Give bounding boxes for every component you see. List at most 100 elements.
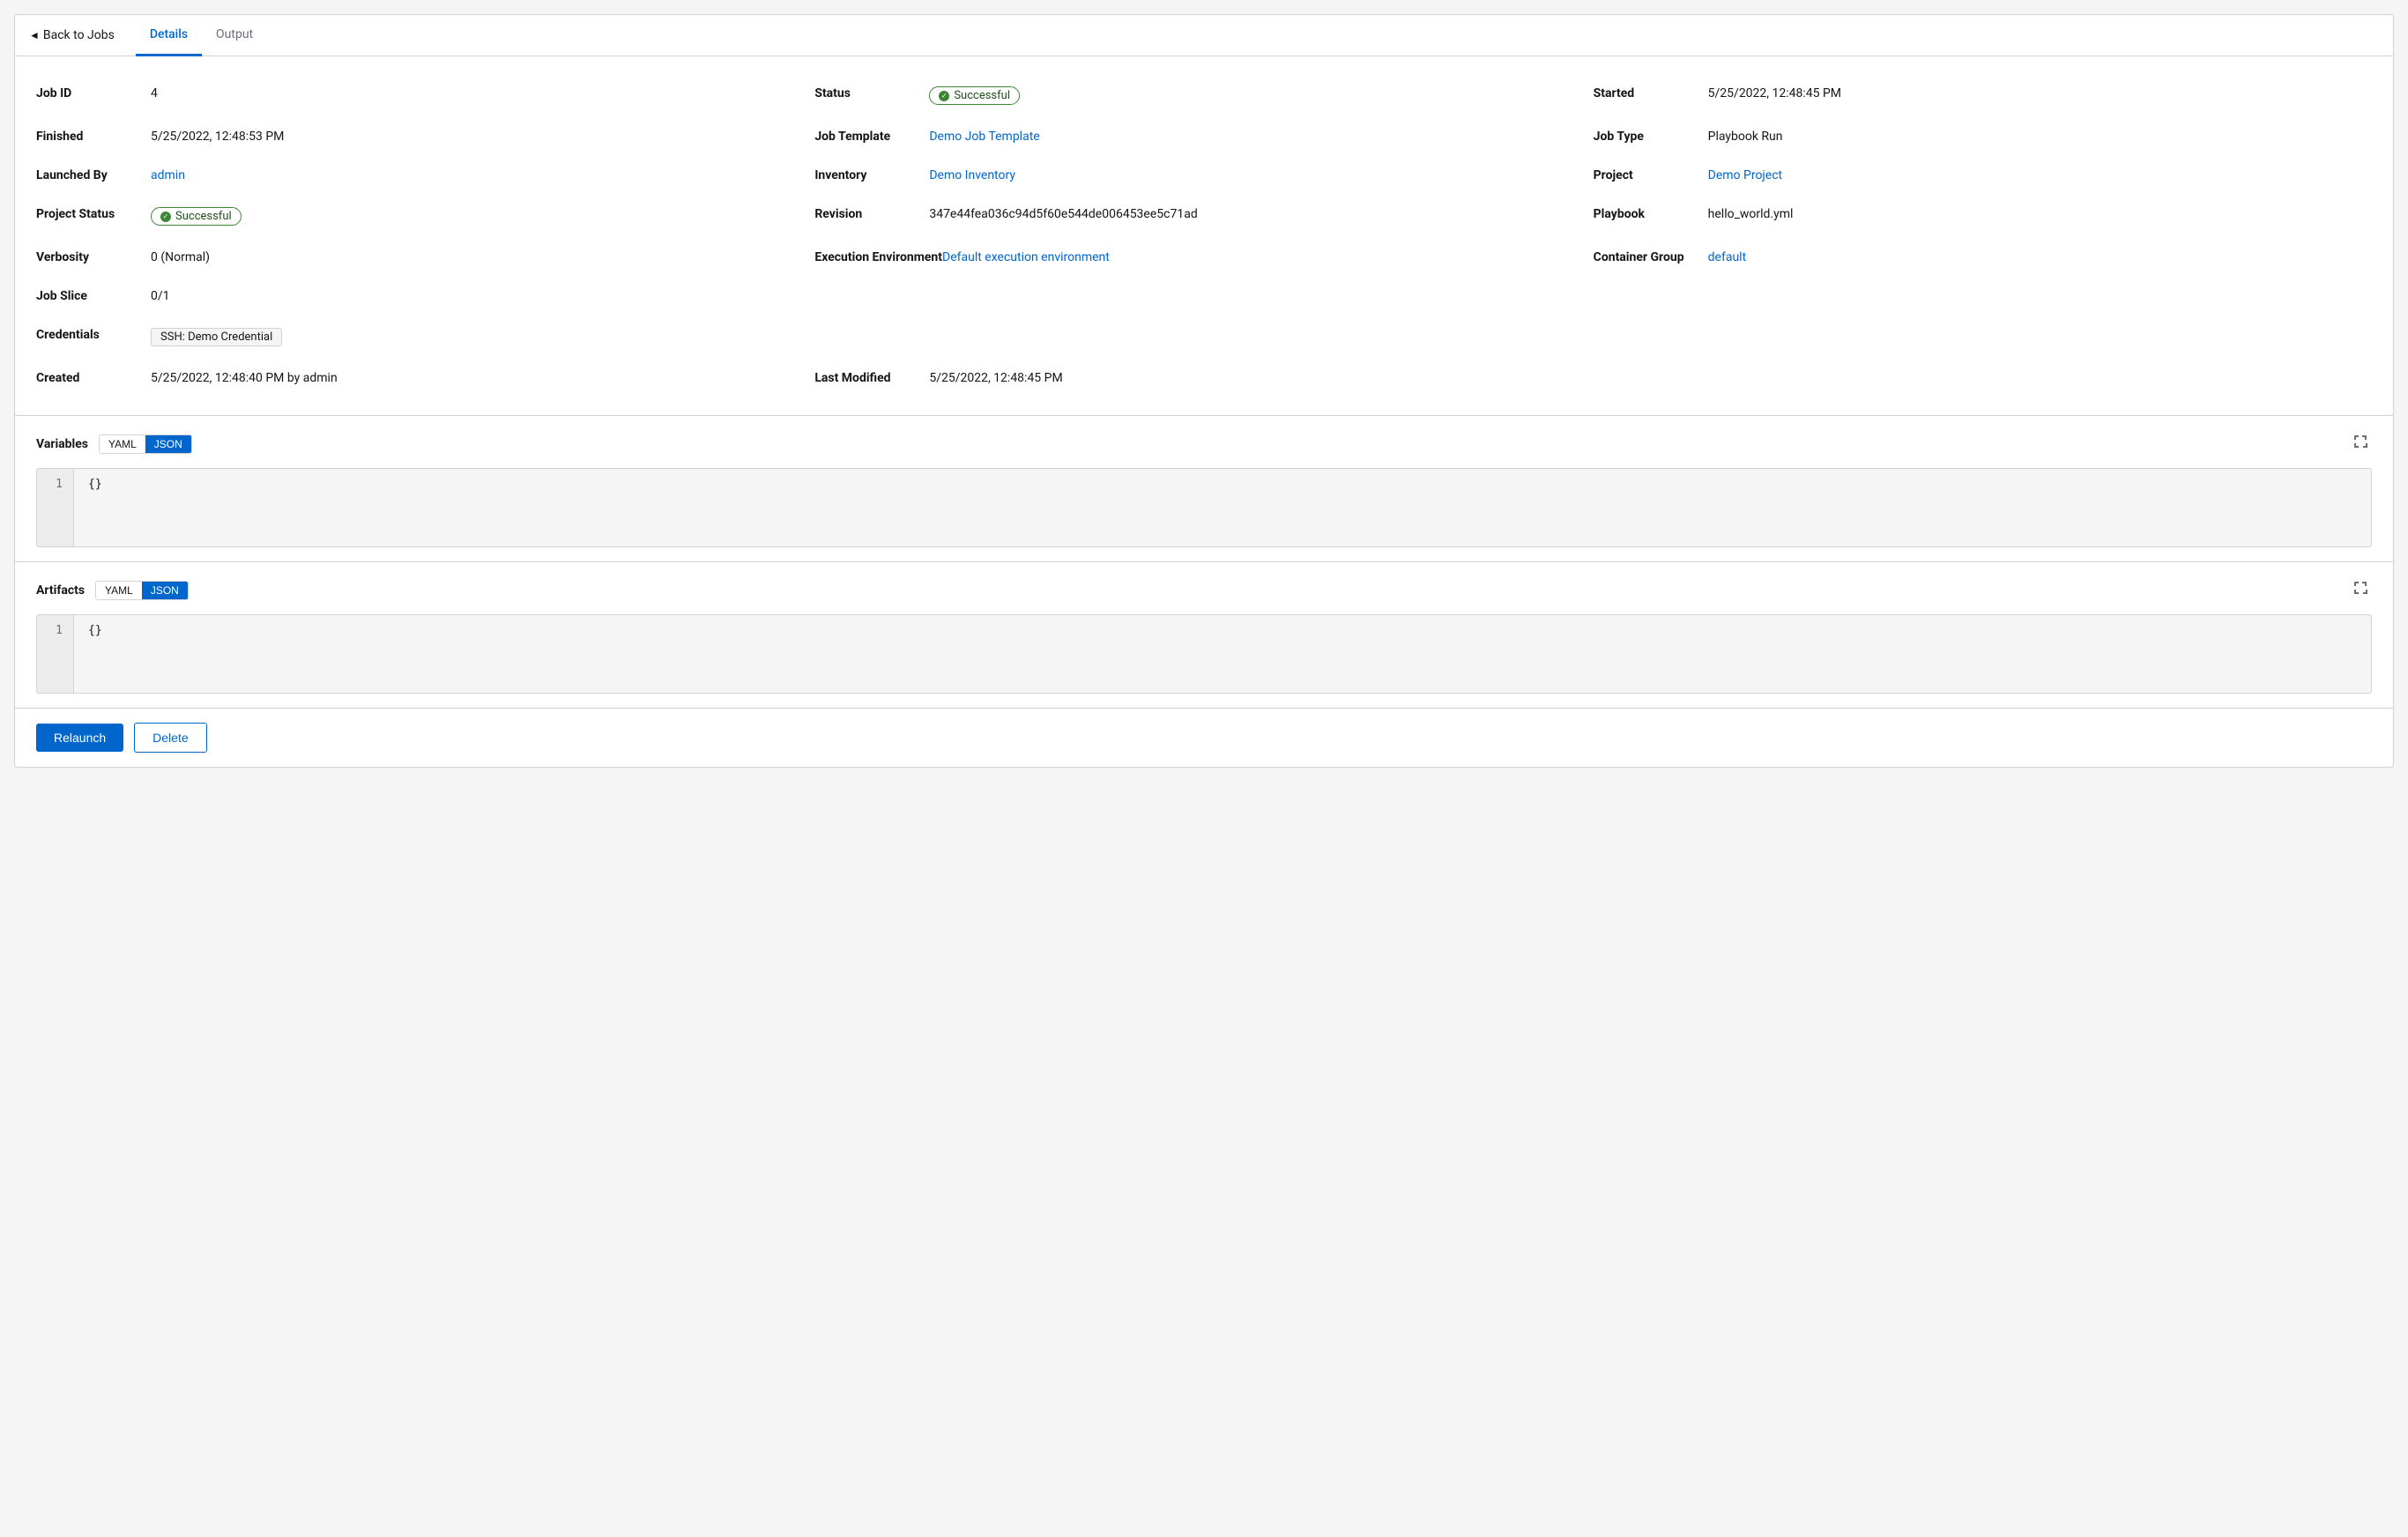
- launched-by-link[interactable]: admin: [151, 168, 185, 182]
- project-status-dot-icon: ✓: [160, 212, 171, 222]
- created-cell: Created 5/25/2022, 12:48:40 PM by admin: [36, 359, 814, 397]
- back-to-jobs-link[interactable]: ◄ Back to Jobs: [29, 18, 129, 53]
- job-template-link[interactable]: Demo Job Template: [929, 130, 1039, 144]
- revision-cell: Revision 347e44fea036c94d5f60e544de00645…: [814, 195, 1593, 238]
- job-type-label: Job Type: [1594, 130, 1708, 144]
- verbosity-label: Verbosity: [36, 250, 151, 264]
- variables-code-block: 1 {}: [36, 468, 2372, 547]
- relaunch-button[interactable]: Relaunch: [36, 724, 123, 752]
- inventory-cell: Inventory Demo Inventory: [814, 156, 1593, 195]
- playbook-cell: Playbook hello_world.yml: [1594, 195, 2372, 238]
- tab-output[interactable]: Output: [202, 15, 267, 56]
- variables-expand-button[interactable]: [2349, 430, 2372, 457]
- verbosity-value: 0 (Normal): [151, 250, 210, 264]
- container-group-cell: Container Group default: [1594, 238, 2372, 277]
- details-section: Job ID 4 Status ✓ Successful Started 5/2…: [15, 56, 2393, 415]
- job-template-label: Job Template: [814, 130, 929, 144]
- finished-cell: Finished 5/25/2022, 12:48:53 PM: [36, 117, 814, 156]
- expand-icon: [2352, 434, 2368, 449]
- status-cell: Status ✓ Successful: [814, 74, 1593, 117]
- playbook-label: Playbook: [1594, 207, 1708, 221]
- variables-header: Variables YAML JSON: [15, 416, 2393, 464]
- status-badge: ✓ Successful: [929, 86, 1020, 105]
- execution-env-label: Execution Environment: [814, 250, 942, 264]
- job-slice-label: Job Slice: [36, 289, 151, 303]
- launched-by-label: Launched By: [36, 168, 151, 182]
- variables-line-1: 1: [56, 478, 63, 491]
- artifacts-json-btn[interactable]: JSON: [142, 582, 188, 599]
- project-status-label: Project Status: [36, 207, 151, 221]
- project-status-cell: Project Status ✓ Successful: [36, 195, 814, 238]
- details-row-5: Verbosity 0 (Normal) Execution Environme…: [36, 238, 2372, 277]
- variables-toggle-group: YAML JSON: [99, 434, 192, 454]
- created-date: 5/25/2022, 12:48:40 PM by: [151, 371, 300, 385]
- created-by-link[interactable]: admin: [303, 371, 338, 385]
- details-row-1: Job ID 4 Status ✓ Successful Started 5/2…: [36, 74, 2372, 117]
- details-row-6: Job Slice 0/1: [36, 277, 2372, 316]
- variables-code-content[interactable]: {}: [74, 469, 2371, 546]
- artifacts-code-content[interactable]: {}: [74, 615, 2371, 693]
- artifacts-code-block: 1 {}: [36, 614, 2372, 694]
- variables-json-btn[interactable]: JSON: [145, 435, 191, 453]
- container-group-link[interactable]: default: [1708, 250, 1747, 264]
- finished-label: Finished: [36, 130, 151, 144]
- job-id-value: 4: [151, 86, 158, 100]
- launched-by-cell: Launched By admin: [36, 156, 814, 195]
- variables-title: Variables: [36, 437, 88, 451]
- container-group-label: Container Group: [1594, 250, 1708, 264]
- details-row-3: Launched By admin Inventory Demo Invento…: [36, 156, 2372, 195]
- job-slice-value: 0/1: [151, 289, 170, 303]
- last-modified-label: Last Modified: [814, 371, 929, 385]
- verbosity-cell: Verbosity 0 (Normal): [36, 238, 814, 277]
- created-label: Created: [36, 371, 151, 385]
- details-row-7: Credentials SSH: Demo Credential: [36, 316, 2372, 359]
- revision-label: Revision: [814, 207, 929, 221]
- variables-line-numbers: 1: [37, 469, 74, 546]
- execution-env-link[interactable]: Default execution environment: [942, 250, 1110, 264]
- details-row-4: Project Status ✓ Successful Revision 347…: [36, 195, 2372, 238]
- artifacts-toggle-group: YAML JSON: [95, 581, 189, 600]
- details-row-2: Finished 5/25/2022, 12:48:53 PM Job Temp…: [36, 117, 2372, 156]
- started-value: 5/25/2022, 12:48:45 PM: [1708, 86, 1841, 100]
- execution-env-cell: Execution Environment Default execution …: [814, 238, 1593, 277]
- last-modified-value: 5/25/2022, 12:48:45 PM: [929, 371, 1062, 385]
- project-label: Project: [1594, 168, 1708, 182]
- status-label: Status: [814, 86, 929, 100]
- status-dot-icon: ✓: [939, 91, 949, 101]
- artifacts-title: Artifacts: [36, 583, 85, 598]
- project-status-badge: ✓ Successful: [151, 207, 242, 226]
- inventory-label: Inventory: [814, 168, 929, 182]
- inventory-link[interactable]: Demo Inventory: [929, 168, 1015, 182]
- tab-bar: ◄ Back to Jobs Details Output: [15, 15, 2393, 56]
- credentials-label: Credentials: [36, 328, 151, 342]
- artifacts-yaml-btn[interactable]: YAML: [96, 582, 142, 599]
- job-slice-cell: Job Slice 0/1: [36, 277, 814, 316]
- started-label: Started: [1594, 86, 1708, 100]
- started-cell: Started 5/25/2022, 12:48:45 PM: [1594, 74, 2372, 117]
- artifacts-line-numbers: 1: [37, 615, 74, 693]
- finished-value: 5/25/2022, 12:48:53 PM: [151, 130, 284, 144]
- project-link[interactable]: Demo Project: [1708, 168, 1782, 182]
- playbook-value: hello_world.yml: [1708, 207, 1794, 221]
- back-link-label: Back to Jobs: [43, 28, 115, 42]
- details-row-8: Created 5/25/2022, 12:48:40 PM by admin …: [36, 359, 2372, 397]
- expand-icon-2: [2352, 580, 2368, 596]
- credential-tag: SSH: Demo Credential: [151, 328, 282, 346]
- created-value: 5/25/2022, 12:48:40 PM by admin: [151, 371, 338, 385]
- revision-value: 347e44fea036c94d5f60e544de006453ee5c71ad: [929, 207, 1197, 221]
- job-template-cell: Job Template Demo Job Template: [814, 117, 1593, 156]
- job-type-value: Playbook Run: [1708, 130, 1783, 144]
- action-bar: Relaunch Delete: [15, 708, 2393, 767]
- job-id-label: Job ID: [36, 86, 151, 100]
- tab-details[interactable]: Details: [136, 15, 202, 56]
- artifacts-header: Artifacts YAML JSON: [15, 562, 2393, 611]
- status-value: Successful: [954, 89, 1010, 102]
- job-id-cell: Job ID 4: [36, 74, 814, 117]
- artifacts-expand-button[interactable]: [2349, 576, 2372, 604]
- back-arrow-icon: ◄: [29, 29, 40, 41]
- project-cell: Project Demo Project: [1594, 156, 2372, 195]
- job-type-cell: Job Type Playbook Run: [1594, 117, 2372, 156]
- variables-yaml-btn[interactable]: YAML: [100, 435, 145, 453]
- last-modified-cell: Last Modified 5/25/2022, 12:48:45 PM: [814, 359, 1593, 397]
- delete-button[interactable]: Delete: [134, 723, 206, 753]
